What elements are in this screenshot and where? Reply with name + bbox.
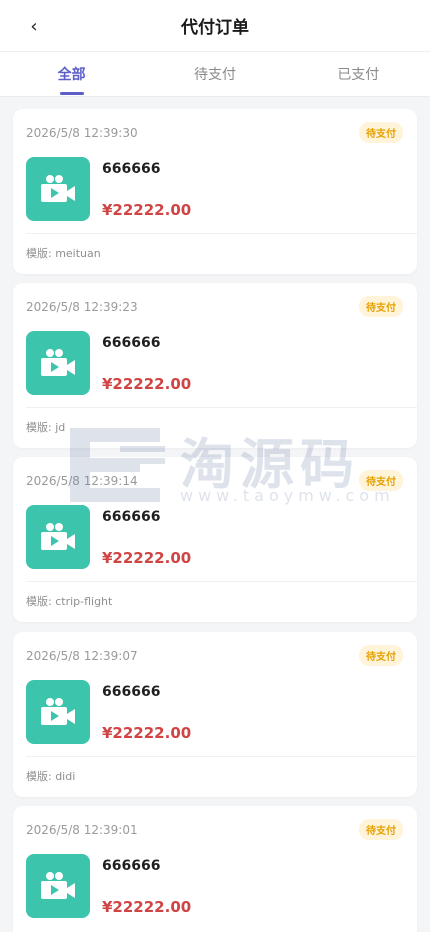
order-name: 666666 <box>102 161 161 177</box>
order-time: 2026/5/8 12:39:14 <box>26 474 138 488</box>
status-badge: 待支付 <box>359 470 403 491</box>
tab-paid[interactable]: 已支付 <box>287 52 430 96</box>
page-title: 代付订单 <box>181 18 249 38</box>
order-time: 2026/5/8 12:39:07 <box>26 649 138 663</box>
app: ‹ 代付订单 全部 待支付 已支付 2026/5/8 12:39:30 待支付 <box>0 0 430 932</box>
order-card[interactable]: 2026/5/8 12:39:23 待支付 666666 ¥22222.00 模… <box>13 283 417 448</box>
tab-pending[interactable]: 待支付 <box>143 52 286 96</box>
video-camera-icon <box>26 331 90 395</box>
order-template: 模版: ctrip-flight <box>26 595 113 608</box>
video-camera-icon <box>26 854 90 918</box>
order-name: 666666 <box>102 684 161 700</box>
divider <box>26 581 417 582</box>
video-camera-icon <box>26 505 90 569</box>
tab-bar: 全部 待支付 已支付 <box>0 52 430 97</box>
video-camera-icon <box>26 157 90 221</box>
status-badge: 待支付 <box>359 819 403 840</box>
divider <box>26 233 417 234</box>
order-name: 666666 <box>102 335 161 351</box>
order-card[interactable]: 2026/5/8 12:39:01 待支付 666666 ¥22222.00 <box>13 806 417 932</box>
order-price: ¥22222.00 <box>102 724 192 742</box>
order-price: ¥22222.00 <box>102 201 192 219</box>
back-button[interactable]: ‹ <box>22 14 46 38</box>
order-time: 2026/5/8 12:39:30 <box>26 126 138 140</box>
tab-all[interactable]: 全部 <box>0 52 143 96</box>
divider <box>26 756 417 757</box>
active-tab-indicator <box>59 92 84 95</box>
header: ‹ 代付订单 <box>0 0 430 52</box>
order-time: 2026/5/8 12:39:01 <box>26 823 138 837</box>
order-name: 666666 <box>102 509 161 525</box>
order-template: 模版: didi <box>26 770 76 783</box>
chevron-left-icon: ‹ <box>30 15 38 37</box>
video-camera-icon <box>26 680 90 744</box>
tab-label: 已支付 <box>337 67 380 83</box>
order-price: ¥22222.00 <box>102 898 192 916</box>
order-name: 666666 <box>102 858 161 874</box>
order-template: 模版: meituan <box>26 247 101 260</box>
order-price: ¥22222.00 <box>102 549 192 567</box>
order-card[interactable]: 2026/5/8 12:39:14 待支付 666666 ¥22222.00 模… <box>13 457 417 622</box>
divider <box>26 407 417 408</box>
tab-label: 全部 <box>57 67 86 83</box>
order-card[interactable]: 2026/5/8 12:39:30 待支付 666666 ¥22222.00 模… <box>13 109 417 274</box>
status-badge: 待支付 <box>359 645 403 666</box>
order-card[interactable]: 2026/5/8 12:39:07 待支付 666666 ¥22222.00 模… <box>13 632 417 797</box>
tab-label: 待支付 <box>193 67 236 83</box>
status-badge: 待支付 <box>359 296 403 317</box>
status-badge: 待支付 <box>359 122 403 143</box>
order-template: 模版: jd <box>26 421 66 434</box>
order-price: ¥22222.00 <box>102 375 192 393</box>
order-time: 2026/5/8 12:39:23 <box>26 300 138 314</box>
